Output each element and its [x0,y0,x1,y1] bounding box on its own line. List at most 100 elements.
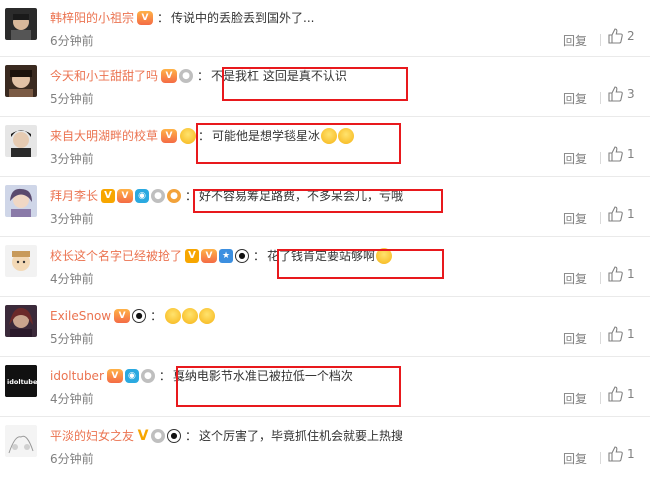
panda-icon: ● [235,249,250,263]
username-link[interactable]: ExileSnow [50,308,111,324]
colon: ： [158,369,171,383]
sunglasses-emoji-icon [180,128,197,144]
camera-icon[interactable]: ◉ [124,369,139,383]
like-count: 1 [627,387,635,401]
comment-text: 传说中的丢脸丢到国外了... [171,11,315,25]
reply-button[interactable]: 回复 [563,450,587,467]
reply-button[interactable]: 回复 [563,210,587,227]
emoji-icon [321,128,338,144]
colon: ： [185,429,198,443]
emoji-icon [338,128,355,144]
reply-button[interactable]: 回复 [563,90,587,107]
username-link[interactable]: 拜月李长 [50,188,98,204]
timestamp: 6分钟前 [50,452,94,466]
divider [600,272,601,284]
divider [600,92,601,104]
like-count: 3 [627,87,635,101]
comment-text: 花了钱肯定要站够啊 [267,249,376,263]
avatar[interactable] [5,8,37,40]
vip-icon[interactable]: V [117,189,134,203]
avatar[interactable] [5,65,37,97]
panda-icon: ● [167,429,182,443]
like-count: 1 [627,207,635,221]
comment-text: 好不容易筹足路费，不多呆会儿，亏哦 [199,189,404,203]
like-count: 1 [627,447,635,461]
colon: ： [157,11,170,25]
avatar[interactable]: idoltube [5,365,37,397]
avatar[interactable] [5,245,37,277]
username-link[interactable]: 平淡的妇女之友 [50,428,134,444]
comment-text: 不是我杠 这回是真不认识 [211,69,347,83]
comment-text: 戛纳电影节水准已被拉低一个档次 [172,369,353,383]
comment-text: 这个厉害了，毕竟抓住机会就要上热搜 [199,429,404,443]
star-icon[interactable]: ★ [219,249,234,263]
medal-icon[interactable]: ● [140,369,155,383]
reply-button[interactable]: 回复 [563,32,587,49]
verified-v-icon[interactable]: V [185,249,200,263]
avatar[interactable] [5,305,37,337]
like-button[interactable]: 1 [607,446,635,462]
comment-item: idoltube idoltuber V ◉ ● ： 戛纳电影节水准已被拉低一个… [0,357,650,417]
like-button[interactable]: 1 [607,266,635,282]
emoji-icon [165,308,182,324]
avatar[interactable] [5,425,37,457]
vip-icon[interactable]: V [161,69,178,83]
thumbs-up-icon [608,386,623,402]
avatar[interactable] [5,185,37,217]
reply-button[interactable]: 回复 [563,330,587,347]
reply-button[interactable]: 回复 [563,150,587,167]
comment-item: 平淡的妇女之友 V ● ● ： 这个厉害了，毕竟抓住机会就要上热搜 6分钟前 回… [0,417,650,477]
thumbs-up-icon [608,326,623,342]
divider [600,212,601,224]
colon: ： [185,189,198,203]
like-count: 2 [627,29,635,43]
thumbs-up-icon [608,86,623,102]
comment-list: 韩梓阳的小祖宗 V ： 传说中的丢脸丢到国外了... 6分钟前 回复 2 今天和… [0,0,650,477]
thumbs-up-icon [608,446,623,462]
camera-icon[interactable]: ◉ [135,189,150,203]
avatar[interactable] [5,125,37,157]
like-count: 1 [627,267,635,281]
avatar-text: idoltube [7,378,37,386]
emoji-icon [376,248,393,264]
yellow-v-icon[interactable]: V [137,429,149,443]
like-button[interactable]: 1 [607,206,635,222]
vip-icon[interactable]: V [161,129,178,143]
colon: ： [197,69,210,83]
username-link[interactable]: 韩梓阳的小祖宗 [50,10,134,26]
vip-icon[interactable]: V [106,369,123,383]
vip-icon[interactable]: V [114,309,131,323]
like-button[interactable]: 1 [607,386,635,402]
comment-item: 校长这个名字已经被抢了 V V ★ ● ： 花了钱肯定要站够啊 4分钟前 回复 … [0,237,650,297]
username-link[interactable]: 今天和小王甜甜了吗 [50,68,158,84]
medal-icon[interactable]: ● [151,429,166,443]
emoji-icon [182,308,199,324]
like-button[interactable]: 1 [607,326,635,342]
reply-button[interactable]: 回复 [563,270,587,287]
divider [600,152,601,164]
medal-icon[interactable]: ● [179,69,194,83]
like-button[interactable]: 2 [607,28,635,44]
like-button[interactable]: 3 [607,86,635,102]
username-link[interactable]: 来自大明湖畔的校草 [50,128,158,144]
username-link[interactable]: idoltuber [50,368,104,384]
gold-medal-icon[interactable]: ● [167,189,182,203]
like-button[interactable]: 1 [607,146,635,162]
divider [600,34,601,46]
username-link[interactable]: 校长这个名字已经被抢了 [50,248,182,264]
emoji-icon [199,308,216,324]
like-count: 1 [627,327,635,341]
timestamp: 4分钟前 [50,392,94,406]
medal-icon[interactable]: ● [151,189,166,203]
reply-button[interactable]: 回复 [563,390,587,407]
like-count: 1 [627,147,635,161]
timestamp: 4分钟前 [50,272,94,286]
verified-v-icon[interactable]: V [101,189,116,203]
panda-icon: ● [132,309,147,323]
thumbs-up-icon [608,206,623,222]
timestamp: 5分钟前 [50,332,94,346]
vip-icon[interactable]: V [201,249,218,263]
comment-item: 拜月李长 V V ◉ ● ● ： 好不容易筹足路费，不多呆会儿，亏哦 3分钟前 … [0,177,650,237]
timestamp: 3分钟前 [50,212,94,226]
vip-icon[interactable]: V [137,11,154,25]
